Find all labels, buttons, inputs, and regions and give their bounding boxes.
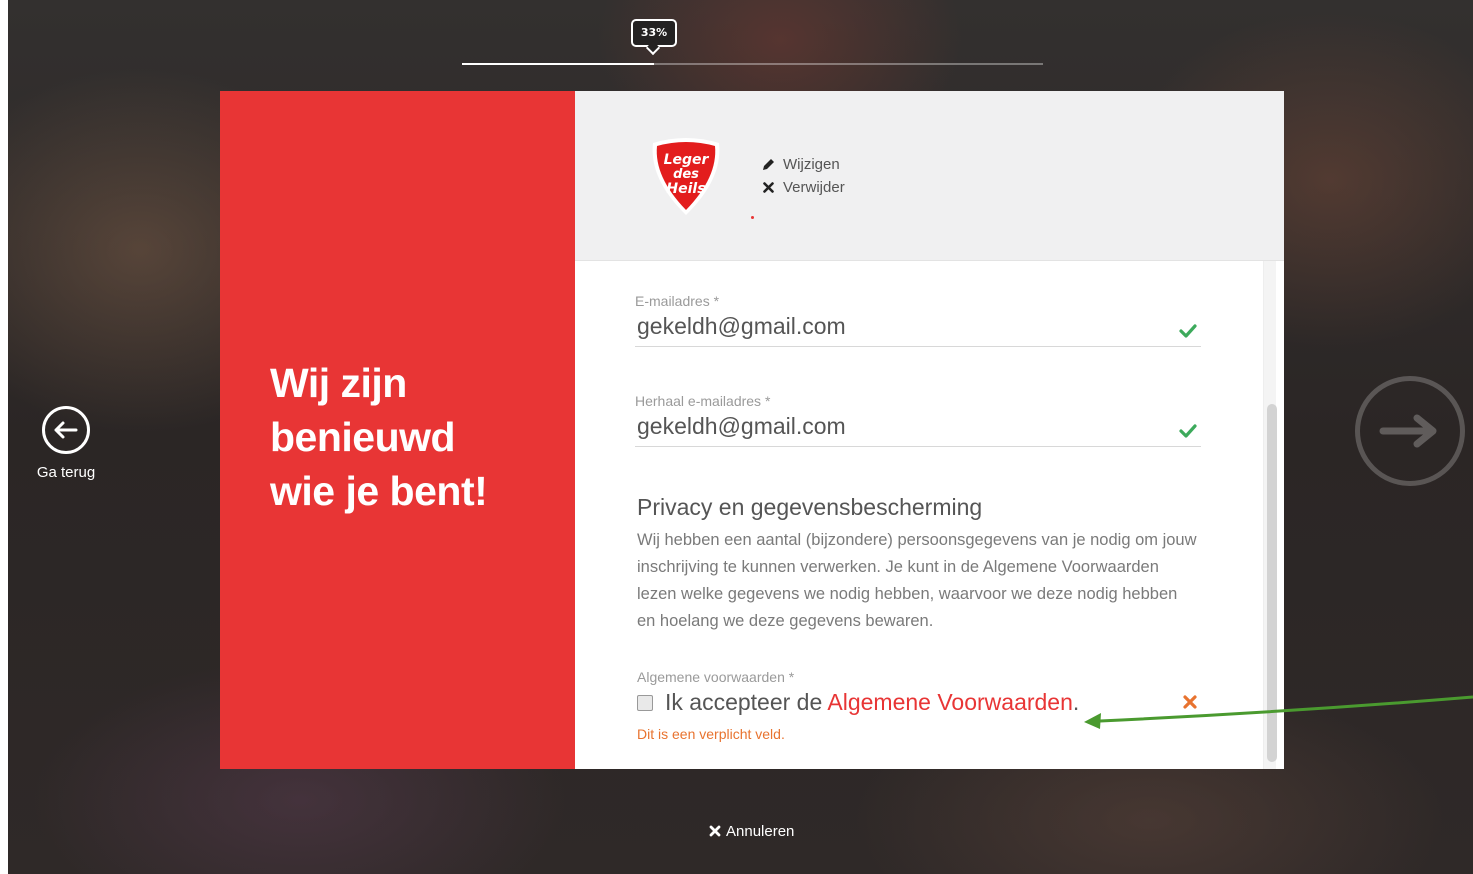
cancel-button[interactable]: Annuleren bbox=[709, 823, 794, 840]
remove-label: Verwijder bbox=[783, 179, 845, 196]
leger-des-heils-logo: Leger des Heils bbox=[652, 138, 720, 215]
logo-text: Leger bbox=[664, 152, 710, 168]
email-repeat-field[interactable] bbox=[635, 409, 1201, 447]
terms-prefix: Ik accepteer de bbox=[665, 689, 828, 715]
privacy-text: Wij hebben een aantal (bijzondere) perso… bbox=[637, 531, 1197, 630]
pencil-icon bbox=[761, 158, 775, 171]
edit-label: Wijzigen bbox=[783, 156, 840, 173]
decorative-dot bbox=[751, 216, 754, 219]
arrow-left-circle-icon bbox=[42, 406, 90, 454]
terms-field-group: Algemene voorwaarden * Ik accepteer de A… bbox=[637, 669, 1203, 742]
progress-bar bbox=[462, 63, 1043, 65]
arrow-right-icon bbox=[1379, 414, 1437, 448]
remove-logo-button[interactable]: Verwijder bbox=[761, 176, 845, 199]
title-line: Wij zijn bbox=[270, 360, 407, 406]
edit-logo-button[interactable]: Wijzigen bbox=[761, 153, 845, 176]
logo-text: des bbox=[673, 167, 699, 182]
terms-link[interactable]: Algemene Voorwaarden bbox=[827, 689, 1073, 715]
cancel-label: Annuleren bbox=[726, 823, 795, 840]
title-line: benieuwd bbox=[270, 414, 456, 460]
terms-label: Algemene voorwaarden * bbox=[637, 669, 795, 685]
registration-card: Wij zijn benieuwd wie je bent! Leger des… bbox=[220, 91, 1284, 769]
page-title: Wij zijn benieuwd wie je bent! bbox=[270, 356, 550, 518]
back-label: Ga terug bbox=[36, 464, 96, 481]
close-icon bbox=[761, 182, 775, 193]
email-repeat-field-group: Herhaal e-mailadres * bbox=[635, 393, 1201, 447]
terms-checkbox[interactable] bbox=[637, 694, 653, 711]
intro-panel: Wij zijn benieuwd wie je bent! bbox=[220, 91, 575, 769]
terms-suffix: . bbox=[1072, 689, 1080, 715]
progress-bar-fill bbox=[462, 63, 654, 65]
close-icon bbox=[709, 824, 721, 840]
logo-text: Heils bbox=[666, 181, 705, 197]
next-button[interactable] bbox=[1355, 376, 1465, 486]
scrollbar-thumb[interactable] bbox=[1267, 404, 1277, 762]
check-icon bbox=[1179, 324, 1197, 338]
logo-section: Leger des Heils Wijzigen Verwijder bbox=[575, 91, 1284, 261]
check-icon bbox=[1179, 424, 1197, 438]
frame-edge bbox=[0, 0, 8, 874]
logo-actions: Wijzigen Verwijder bbox=[761, 153, 845, 199]
email-repeat-label: Herhaal e-mailadres * bbox=[635, 393, 771, 409]
progress-badge: 33% bbox=[631, 19, 677, 47]
back-button[interactable]: Ga terug bbox=[30, 406, 102, 481]
terms-error-message: Dit is een verplicht veld. bbox=[637, 726, 785, 742]
terms-row: Ik accepteer de Algemene Voorwaarden. bbox=[637, 689, 1203, 716]
email-field[interactable] bbox=[635, 309, 1201, 347]
privacy-title: Privacy en gegevensbescherming bbox=[637, 494, 983, 520]
form-panel: Leger des Heils Wijzigen Verwijder E-mai… bbox=[575, 91, 1284, 769]
title-line: wie je bent! bbox=[270, 468, 488, 514]
terms-text: Ik accepteer de Algemene Voorwaarden. bbox=[665, 689, 1079, 716]
error-icon bbox=[1183, 695, 1197, 709]
email-field-group: E-mailadres * bbox=[635, 293, 1201, 347]
privacy-section: Privacy en gegevensbescherming Wij hebbe… bbox=[637, 494, 1197, 635]
email-label: E-mailadres * bbox=[635, 293, 720, 309]
